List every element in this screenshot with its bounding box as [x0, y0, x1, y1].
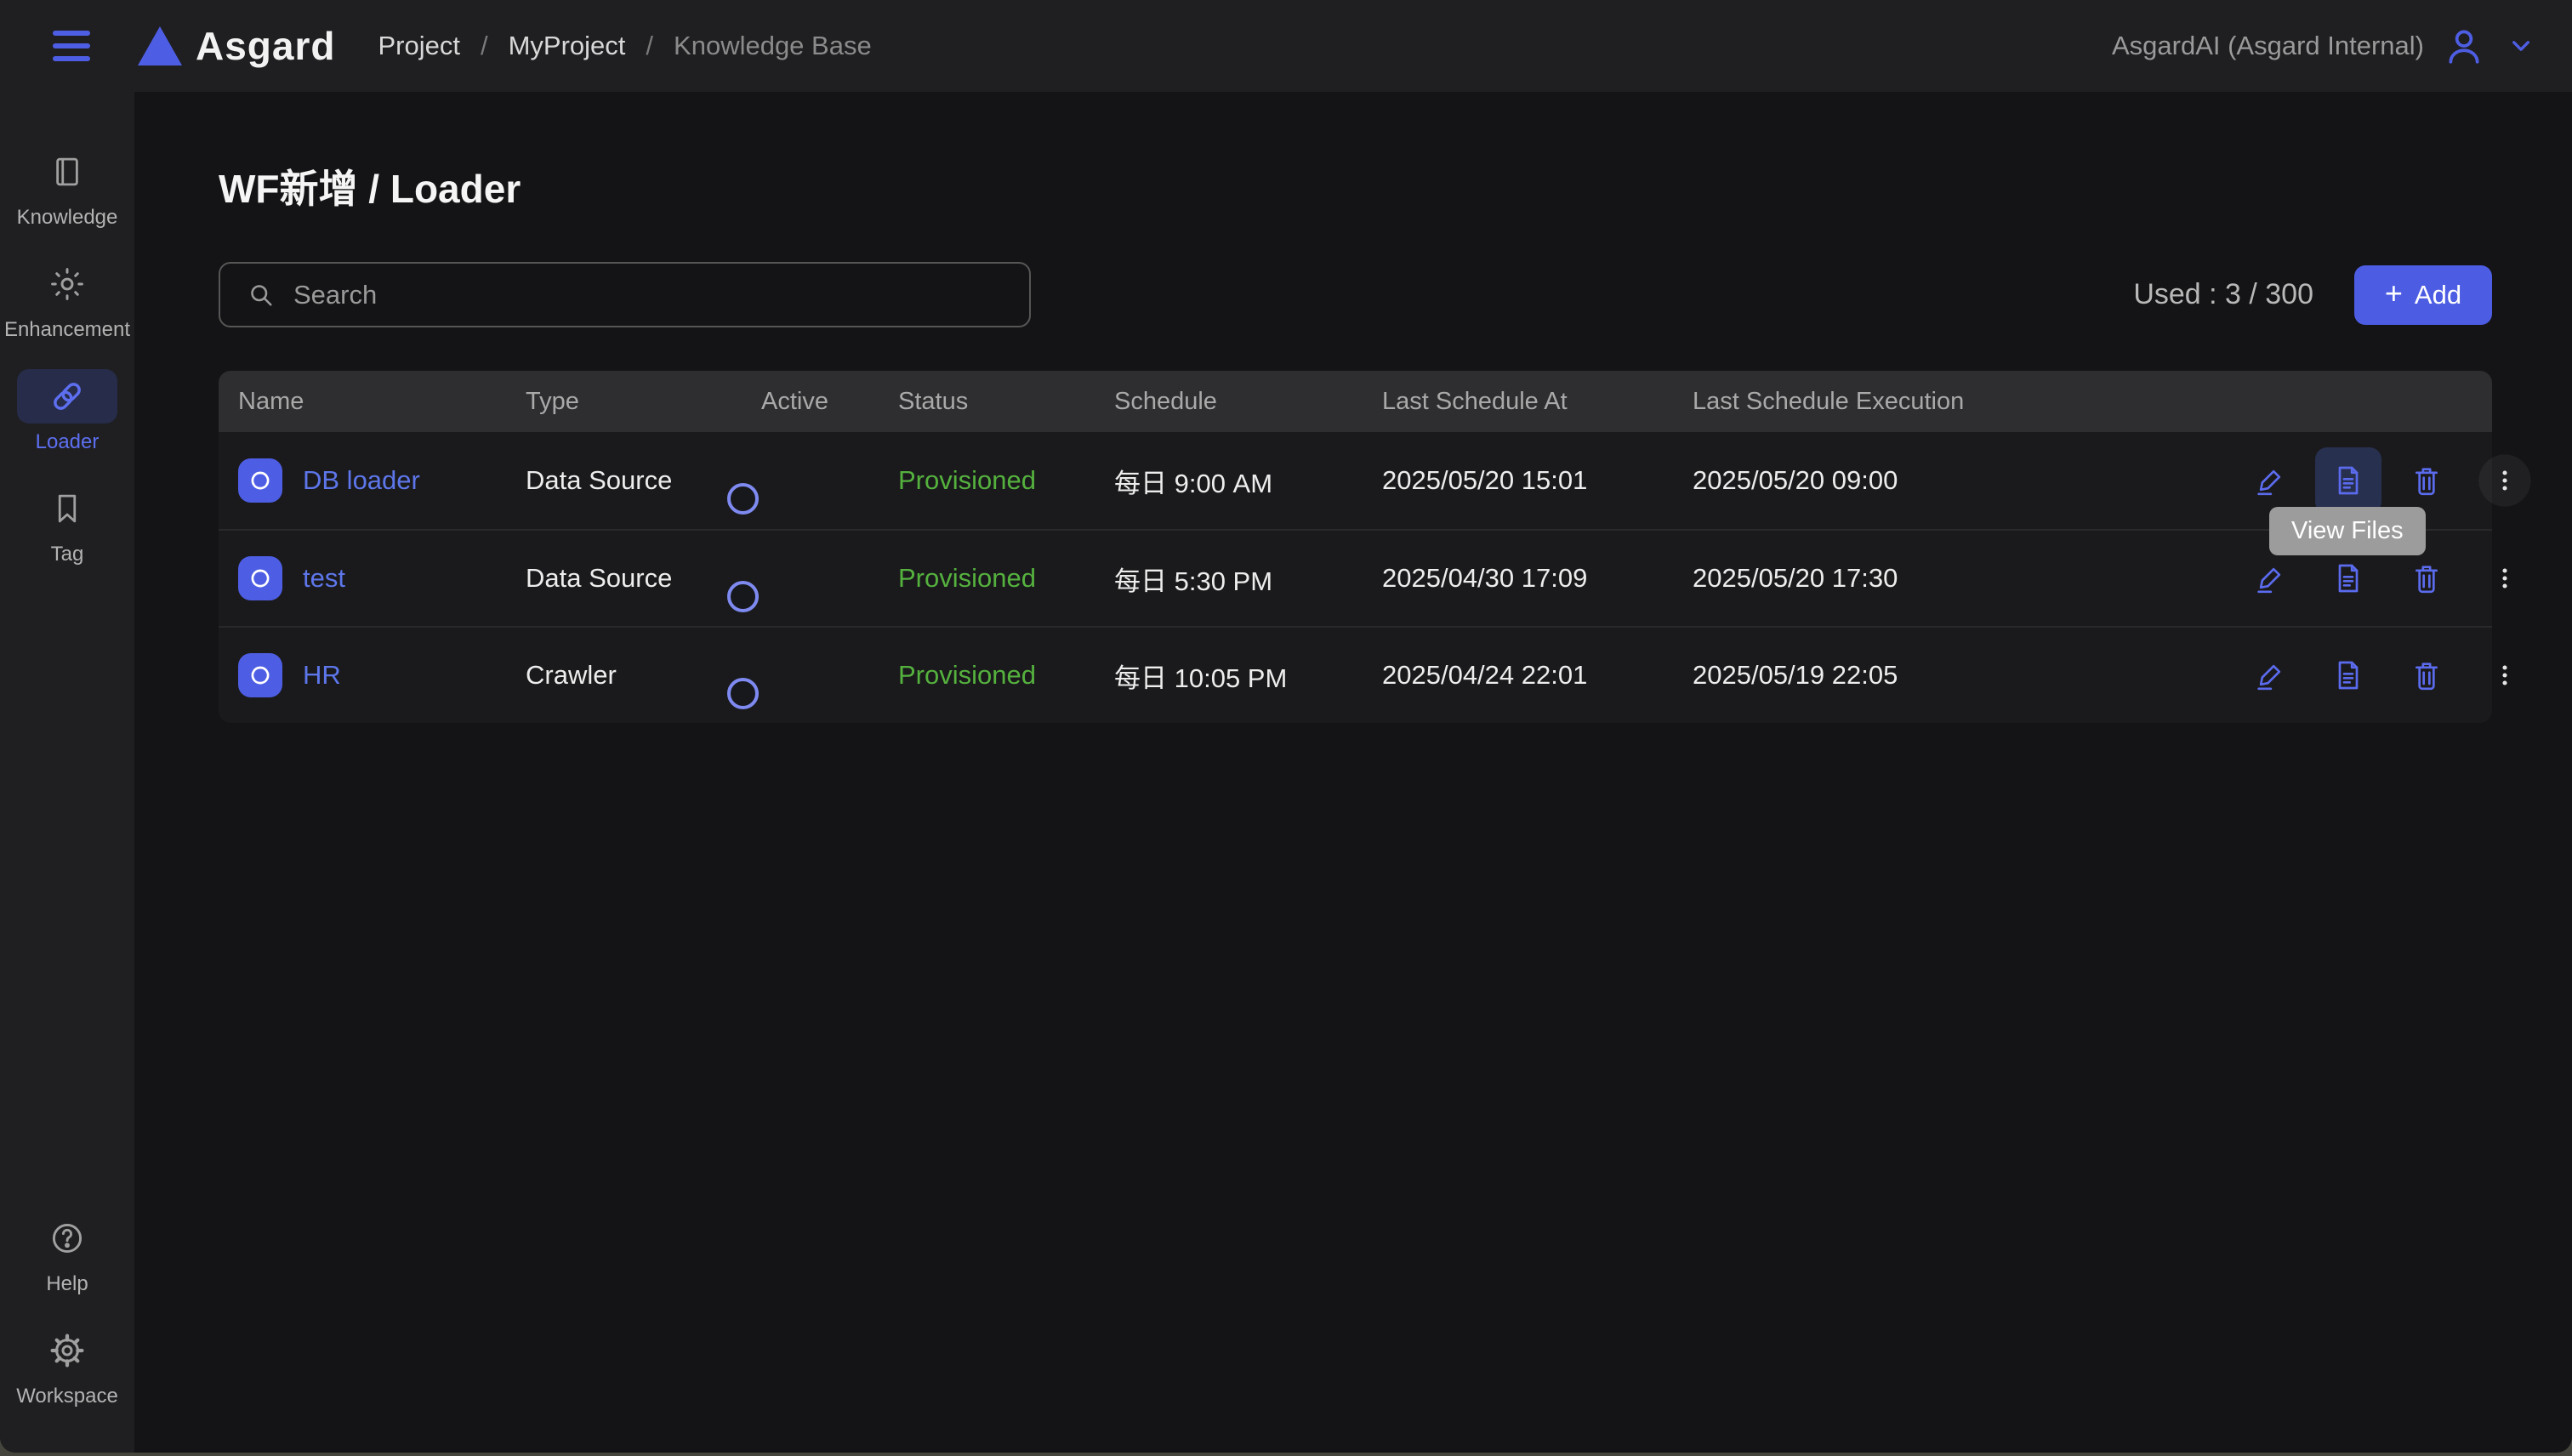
gear-icon: [17, 1323, 117, 1378]
sidebar-item-knowledge[interactable]: Knowledge: [0, 145, 134, 230]
account-label: AsgardAI (Asgard Internal): [2112, 31, 2424, 61]
page-title: WF新增 / Loader: [219, 158, 2492, 214]
row-type: Data Source: [526, 465, 761, 496]
sidebar-item-loader[interactable]: Loader: [0, 369, 134, 454]
row-name-link[interactable]: test: [303, 563, 345, 594]
status-badge: Provisioned: [898, 660, 1114, 691]
row-last-schedule-execution: 2025/05/20 17:30: [1693, 563, 2237, 594]
row-name-link[interactable]: DB loader: [303, 465, 420, 496]
column-header-last-schedule-at: Last Schedule At: [1382, 388, 1693, 416]
user-icon[interactable]: [2443, 25, 2485, 67]
more-actions-button[interactable]: [2472, 545, 2538, 611]
sidebar-item-workspace[interactable]: Workspace: [0, 1323, 134, 1408]
sun-icon: [17, 257, 117, 311]
column-header-type: Type: [526, 388, 761, 416]
table-row: HR Crawler Provisioned 每日 10:05 PM 2025/…: [219, 626, 2492, 723]
table-header-row: Name Type Active Status Schedule Last Sc…: [219, 371, 2492, 432]
column-header-last-schedule-execution: Last Schedule Execution: [1693, 388, 2237, 416]
sidebar-item-label: Loader: [36, 430, 100, 454]
row-last-schedule-at: 2025/05/20 15:01: [1382, 465, 1693, 496]
sidebar-item-enhancement[interactable]: Enhancement: [0, 257, 134, 342]
column-header-status: Status: [898, 388, 1114, 416]
delete-button[interactable]: [2393, 642, 2460, 708]
top-bar: Asgard Project / MyProject / Knowledge B…: [0, 0, 2572, 92]
sidebar-item-help[interactable]: Help: [0, 1211, 134, 1296]
row-last-schedule-execution: 2025/05/20 09:00: [1693, 465, 2237, 496]
main-content: WF新增 / Loader Used : 3 / 300 + Add: [134, 92, 2572, 1453]
help-icon: [17, 1211, 117, 1265]
breadcrumb-knowledge-base: Knowledge Base: [674, 31, 872, 61]
breadcrumb-separator: /: [481, 31, 488, 61]
row-type: Crawler: [526, 660, 761, 691]
row-schedule: 每日 10:05 PM: [1114, 657, 1382, 695]
account-menu[interactable]: AsgardAI (Asgard Internal): [2112, 25, 2538, 67]
row-type: Data Source: [526, 563, 761, 594]
sidebar-item-label: Tag: [51, 543, 84, 566]
app-window: Asgard Project / MyProject / Knowledge B…: [0, 0, 2572, 1453]
toolbar: Used : 3 / 300 + Add: [219, 262, 2492, 327]
bookmark-icon: [17, 481, 117, 536]
row-last-schedule-at: 2025/04/24 22:01: [1382, 660, 1693, 691]
edit-button[interactable]: [2237, 642, 2303, 708]
row-schedule: 每日 9:00 AM: [1114, 462, 1382, 500]
column-header-schedule: Schedule: [1114, 388, 1382, 416]
view-files-button[interactable]: [2315, 642, 2381, 708]
edit-button[interactable]: [2237, 447, 2303, 514]
search-input[interactable]: [293, 280, 1004, 310]
toggle-knob: [727, 678, 759, 709]
app-logo-text: Asgard: [196, 23, 335, 69]
menu-icon[interactable]: [53, 31, 90, 61]
sidebar-item-tag[interactable]: Tag: [0, 481, 134, 566]
delete-button[interactable]: [2393, 447, 2460, 514]
status-badge: Provisioned: [898, 465, 1114, 496]
table-row: DB loader Data Source Provisioned 每日 9:0…: [219, 432, 2492, 529]
table-row: test Data Source Provisioned 每日 5:30 PM …: [219, 529, 2492, 626]
link-icon: [17, 369, 117, 424]
breadcrumb-project[interactable]: Project: [378, 31, 459, 61]
toggle-knob: [727, 483, 759, 515]
column-header-name: Name: [238, 388, 526, 416]
book-icon: [17, 145, 117, 199]
sidebar-item-label: Workspace: [16, 1385, 118, 1408]
loader-table: Name Type Active Status Schedule Last Sc…: [219, 371, 2492, 723]
chevron-down-icon[interactable]: [2504, 29, 2538, 63]
more-actions-button[interactable]: [2472, 447, 2538, 514]
add-button-label: Add: [2415, 280, 2461, 310]
status-badge: Provisioned: [898, 563, 1114, 594]
loader-type-icon: [238, 458, 282, 503]
search-box: [219, 262, 1031, 327]
row-last-schedule-execution: 2025/05/19 22:05: [1693, 660, 2237, 691]
sidebar: Knowledge Enhancement: [0, 92, 134, 1453]
row-schedule: 每日 5:30 PM: [1114, 560, 1382, 598]
more-actions-button[interactable]: [2472, 642, 2538, 708]
breadcrumb: Project / MyProject / Knowledge Base: [378, 31, 871, 61]
add-button[interactable]: + Add: [2354, 265, 2492, 325]
plus-icon: +: [2385, 278, 2403, 309]
row-name-link[interactable]: HR: [303, 660, 341, 691]
row-last-schedule-at: 2025/04/30 17:09: [1382, 563, 1693, 594]
app-logo: Asgard: [138, 23, 335, 69]
column-header-active: Active: [761, 388, 898, 416]
view-files-button[interactable]: [2315, 447, 2381, 514]
usage-counter: Used : 3 / 300: [2133, 278, 2313, 311]
sidebar-item-label: Enhancement: [4, 318, 130, 342]
loader-type-icon: [238, 556, 282, 600]
toggle-knob: [727, 581, 759, 612]
view-files-tooltip: View Files: [2269, 507, 2426, 555]
triangle-logo-icon: [138, 26, 182, 65]
sidebar-item-label: Help: [46, 1272, 88, 1296]
breadcrumb-myproject[interactable]: MyProject: [509, 31, 626, 61]
loader-type-icon: [238, 653, 282, 697]
breadcrumb-separator: /: [646, 31, 653, 61]
search-icon: [246, 280, 276, 310]
sidebar-item-label: Knowledge: [17, 206, 118, 230]
